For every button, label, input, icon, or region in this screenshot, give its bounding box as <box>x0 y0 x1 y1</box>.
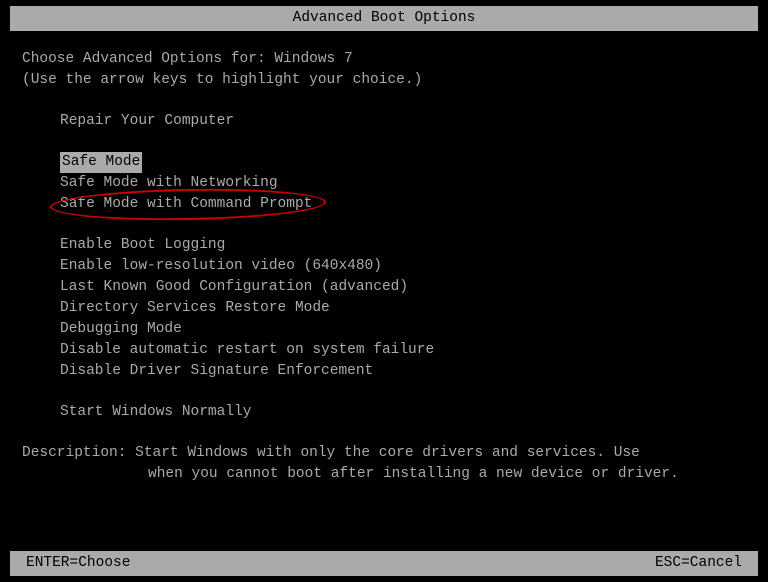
option-no-auto-restart[interactable]: Disable automatic restart on system fail… <box>60 340 746 361</box>
header-os: Choose Advanced Options for: Windows 7 <box>22 49 746 70</box>
option-start-normally[interactable]: Start Windows Normally <box>60 402 746 423</box>
footer-esc: ESC=Cancel <box>655 553 742 574</box>
footer-bar: ENTER=Choose ESC=Cancel <box>10 551 758 576</box>
option-safe-mode-cmd[interactable]: Safe Mode with Command Prompt <box>60 194 746 215</box>
option-no-driver-sig[interactable]: Disable Driver Signature Enforcement <box>60 361 746 382</box>
option-lkgc[interactable]: Last Known Good Configuration (advanced) <box>60 277 746 298</box>
header-hint: (Use the arrow keys to highlight your ch… <box>22 70 746 91</box>
option-low-res[interactable]: Enable low-resolution video (640x480) <box>60 256 746 277</box>
option-debug[interactable]: Debugging Mode <box>60 319 746 340</box>
option-safe-mode-networking[interactable]: Safe Mode with Networking <box>60 173 746 194</box>
option-safe-mode[interactable]: Safe Mode <box>60 152 746 173</box>
title-bar: Advanced Boot Options <box>10 6 758 31</box>
description-label: Description: <box>22 445 135 461</box>
content-area: Choose Advanced Options for: Windows 7 (… <box>0 31 768 485</box>
description-line2: when you cannot boot after installing a … <box>22 464 746 485</box>
option-repair[interactable]: Repair Your Computer <box>60 111 746 132</box>
option-dsrm[interactable]: Directory Services Restore Mode <box>60 298 746 319</box>
title-text: Advanced Boot Options <box>293 10 476 26</box>
option-safe-mode-cmd-label: Safe Mode with Command Prompt <box>60 196 312 212</box>
boot-screen: Advanced Boot Options Choose Advanced Op… <box>0 6 768 485</box>
option-safe-mode-selected: Safe Mode <box>60 152 142 173</box>
footer-enter: ENTER=Choose <box>26 553 130 574</box>
option-boot-logging[interactable]: Enable Boot Logging <box>60 235 746 256</box>
description-line1: Start Windows with only the core drivers… <box>135 445 640 461</box>
description: Description: Start Windows with only the… <box>22 443 746 464</box>
